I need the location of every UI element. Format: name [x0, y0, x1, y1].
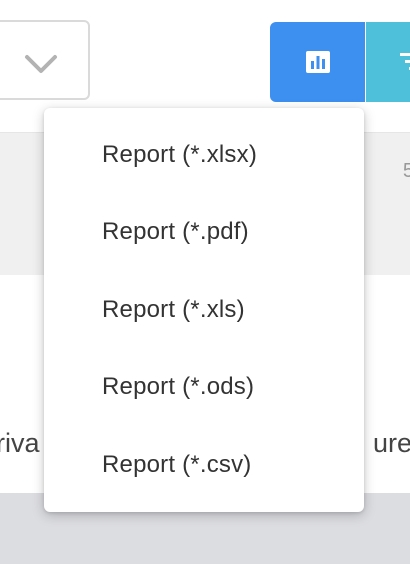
filter-icon — [400, 53, 410, 70]
filter-button[interactable] — [366, 22, 410, 102]
menu-item-report-pdf[interactable]: Report (*.pdf) — [44, 193, 364, 270]
menu-item-report-xlsx[interactable]: Report (*.xlsx) — [44, 116, 364, 193]
select-dropdown[interactable] — [0, 20, 90, 100]
report-button[interactable] — [270, 22, 365, 102]
export-menu: Report (*.xlsx) Report (*.pdf) Report (*… — [44, 108, 364, 512]
menu-item-report-ods[interactable]: Report (*.ods) — [44, 348, 364, 425]
table-cell-left: riva — [0, 428, 40, 458]
menu-item-report-xls[interactable]: Report (*.xls) — [44, 271, 364, 348]
menu-item-report-csv[interactable]: Report (*.csv) — [44, 426, 364, 503]
row-number: 5 — [402, 160, 410, 182]
table-cell-right: ure — [372, 428, 410, 458]
bar-chart-icon — [306, 51, 330, 73]
chevron-down-icon — [25, 55, 57, 73]
